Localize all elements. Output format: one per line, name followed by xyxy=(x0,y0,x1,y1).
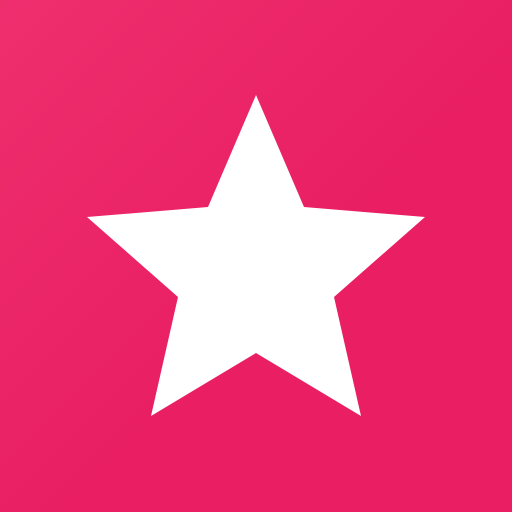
star-icon xyxy=(87,95,425,416)
star-shape xyxy=(87,95,425,416)
app-icon[interactable] xyxy=(0,0,512,512)
